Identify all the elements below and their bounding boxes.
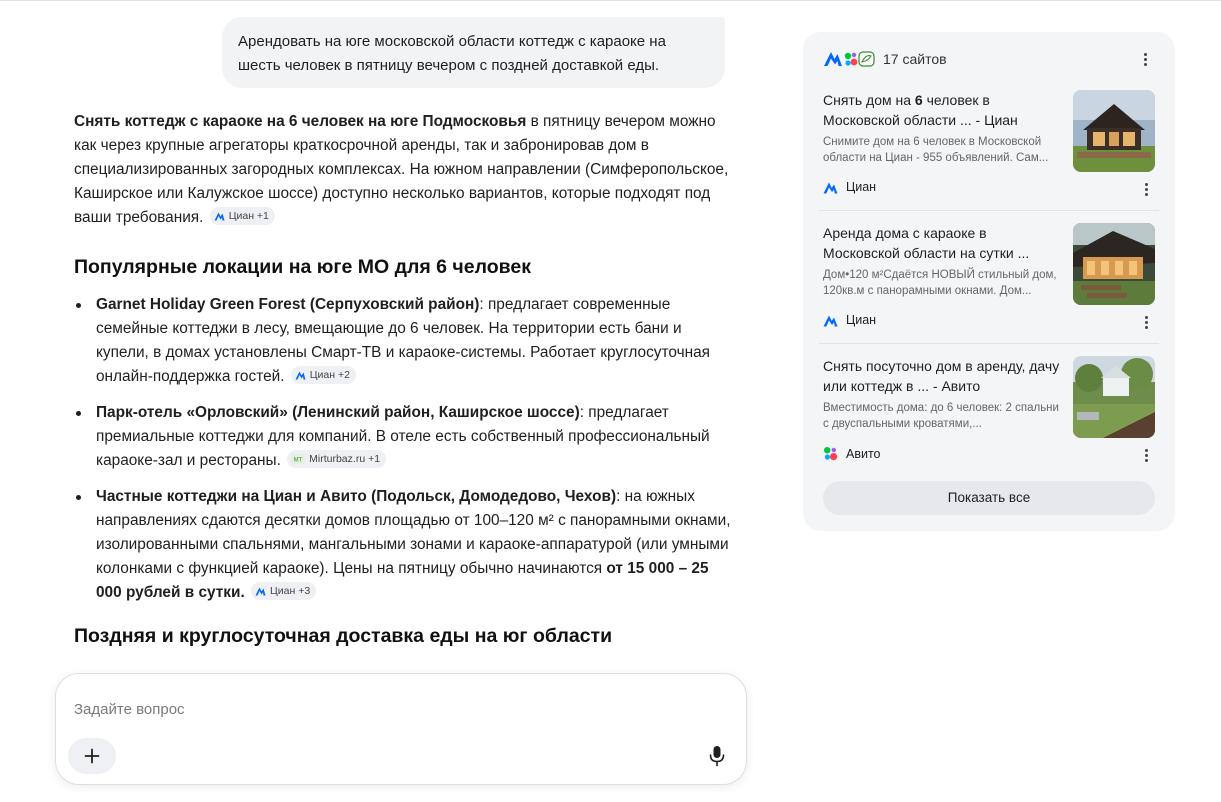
sources-count: 17 сайтов xyxy=(883,51,947,67)
question-composer xyxy=(55,673,747,785)
cian-logo-icon xyxy=(295,371,306,380)
sources-more-menu-icon[interactable] xyxy=(1137,51,1153,67)
source-chip[interactable]: Циан +3 xyxy=(251,582,317,600)
house-photo-image xyxy=(1073,223,1155,305)
source-description: Снимите дом на 6 человек в Московской об… xyxy=(823,136,1049,164)
top-divider xyxy=(0,0,1221,1)
source-thumbnail xyxy=(1073,356,1155,438)
list-item-title: Частные коттеджи на Циан и Авито (Подоль… xyxy=(96,488,617,505)
source-site: Авито xyxy=(823,446,881,461)
house-photo-image xyxy=(1073,90,1155,172)
source-chip-label: Циан +2 xyxy=(309,369,350,381)
source-description: Вместимость дома: до 6 человек: 2 спальн… xyxy=(823,402,1059,430)
locations-list: Garnet Holiday Green Forest (Серпуховски… xyxy=(74,293,734,605)
source-chip[interactable]: MT Mirturbaz.ru +1 xyxy=(287,450,387,468)
source-more-menu-icon[interactable] xyxy=(1138,181,1154,197)
list-item-title: Парк-отель «Орловский» (Ленинский район,… xyxy=(96,404,580,421)
source-site-name: Авито xyxy=(846,446,881,461)
user-message-bubble: Арендовать на юге московской области кот… xyxy=(222,17,725,88)
source-title-highlight: 6 xyxy=(914,92,923,108)
cian-logo-icon xyxy=(255,587,266,596)
source-title: Снять посуточно дом в аренду, дачу или к… xyxy=(823,356,1063,396)
source-site: Циан xyxy=(823,180,876,194)
answer-intro: Снять коттедж с караоке на 6 человек на … xyxy=(74,110,734,230)
source-title: Снять дом на 6 человек в Московской обла… xyxy=(823,90,1063,130)
list-item: Парк-отель «Орловский» (Ленинский район,… xyxy=(74,401,734,473)
source-thumbnail xyxy=(1073,90,1155,172)
source-thumbnail xyxy=(1073,223,1155,305)
sources-header[interactable]: 17 сайтов xyxy=(823,49,947,69)
source-more-menu-icon[interactable] xyxy=(1138,447,1154,463)
source-site: Циан xyxy=(823,313,876,327)
assistant-answer: Снять коттедж с караоке на 6 человек на … xyxy=(74,110,734,649)
source-title-part: Снять посуточно дом в аренду, дачу или к… xyxy=(823,358,1060,394)
svg-text:MT: MT xyxy=(294,458,303,464)
source-chip-label: Mirturbaz.ru +1 xyxy=(309,453,381,465)
source-chip[interactable]: Циан +2 xyxy=(290,366,356,384)
source-chip-label: Циан +1 xyxy=(228,210,269,222)
microphone-icon xyxy=(709,746,725,767)
plus-icon xyxy=(84,748,100,764)
sources-panel: 17 сайтов Снять дом на 6 человек в Моско… xyxy=(803,32,1175,531)
cian-logo-icon xyxy=(214,212,225,221)
question-input[interactable] xyxy=(74,694,714,724)
source-favicons-icon xyxy=(824,51,875,67)
avito-logo-icon xyxy=(824,447,838,461)
section-title-delivery: Поздняя и круглосуточная доставка еды на… xyxy=(74,625,613,647)
cian-logo-icon xyxy=(823,182,838,193)
source-more-menu-icon[interactable] xyxy=(1138,314,1154,330)
voice-input-button[interactable] xyxy=(704,742,730,770)
source-chip[interactable]: Циан +1 xyxy=(209,207,275,225)
divider xyxy=(819,343,1159,344)
source-chip-label: Циан +3 xyxy=(270,585,311,597)
section-title-locations: Популярные локации на юге МО для 6 челов… xyxy=(74,256,531,278)
source-title-part: Снять дом на xyxy=(823,92,915,108)
divider xyxy=(819,210,1159,211)
attach-button[interactable] xyxy=(68,738,116,774)
list-item: Garnet Holiday Green Forest (Серпуховски… xyxy=(74,293,734,389)
source-title-part: Аренда дома с караоке в Московской облас… xyxy=(823,225,1030,261)
cian-logo-icon xyxy=(823,315,838,326)
show-all-button[interactable]: Показать все xyxy=(823,481,1155,515)
source-site-name: Циан xyxy=(846,313,877,327)
source-title: Аренда дома с караоке в Московской облас… xyxy=(823,223,1063,263)
mirturbaz-logo-icon: MT xyxy=(291,454,306,464)
garden-photo-image xyxy=(1073,356,1155,438)
list-item-title: Garnet Holiday Green Forest (Серпуховски… xyxy=(96,296,480,313)
source-site-name: Циан xyxy=(846,180,877,194)
intro-bold-text: Снять коттедж с караоке на 6 человек на … xyxy=(74,113,527,130)
list-item: Частные коттеджи на Циан и Авито (Подоль… xyxy=(74,485,734,605)
source-description: Дом•120 м²Сдаётся НОВЫЙ стильный дом, 12… xyxy=(823,269,1057,297)
